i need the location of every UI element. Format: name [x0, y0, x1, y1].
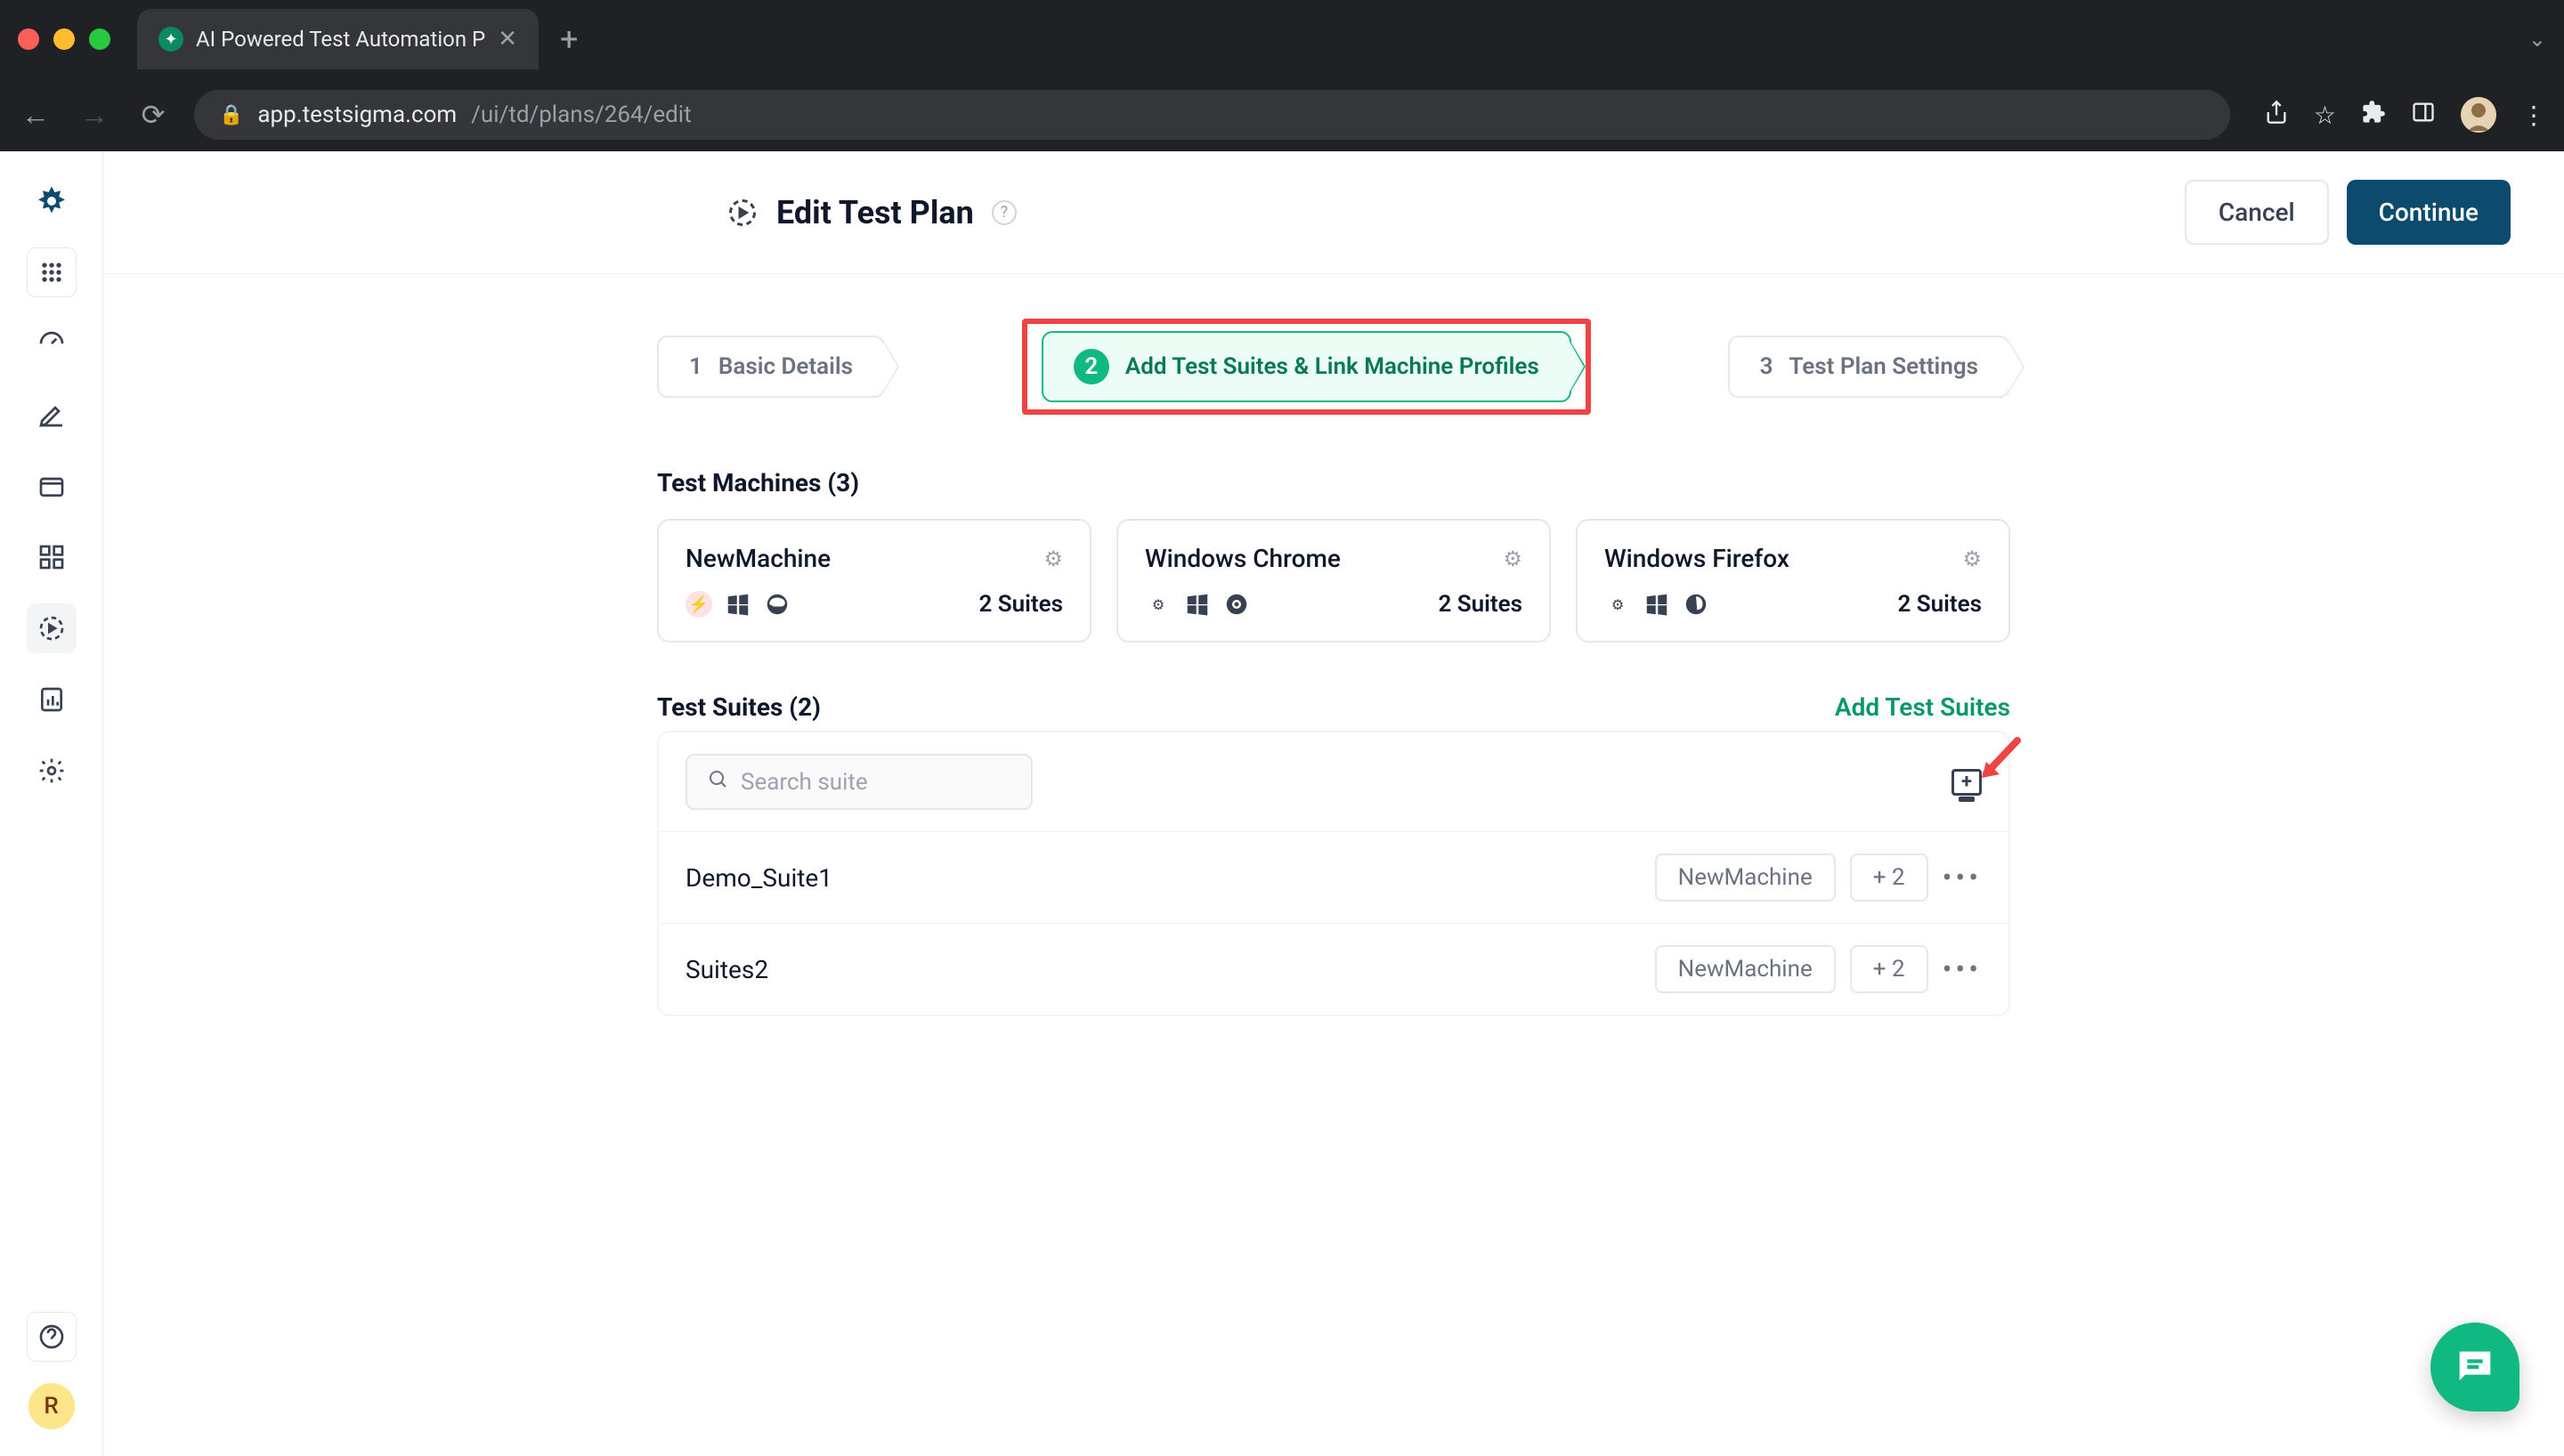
sidebar-help-icon[interactable]: [27, 1312, 77, 1362]
test-suites-title: Test Suites (2): [657, 692, 821, 722]
machine-name: Windows Chrome: [1145, 544, 1341, 573]
machine-card[interactable]: Windows Firefox ⚙ ⚙ 2 Suites: [1576, 519, 2010, 643]
testplan-header-icon: [726, 197, 759, 229]
continue-button[interactable]: Continue: [2347, 180, 2511, 245]
chrome-icon: [1223, 591, 1250, 618]
more-options-icon[interactable]: •••: [1943, 952, 1982, 986]
windows-icon: [1184, 591, 1211, 618]
tabs-dropdown-icon[interactable]: ⌄: [2528, 27, 2546, 52]
address-bar[interactable]: 🔒 app.testsigma.com/ui/td/plans/264/edit: [194, 90, 2230, 140]
step-add-test-suites[interactable]: 2 Add Test Suites & Link Machine Profile…: [1042, 331, 1571, 402]
forward-button[interactable]: →: [77, 98, 112, 132]
test-suites-panel: + Demo_Suite1 NewMachine + 2 •••: [657, 731, 2010, 1016]
sidebar-testplan-icon[interactable]: [27, 603, 77, 653]
gear-icon[interactable]: ⚙: [1962, 546, 1982, 571]
windows-icon: [1643, 591, 1670, 618]
firefox-icon: [1683, 591, 1709, 618]
sidebar-edit-icon[interactable]: [27, 390, 77, 440]
testsigma-lab-icon: ⚡: [686, 591, 712, 618]
url-domain: app.testsigma.com: [257, 101, 457, 128]
sidebar-settings-icon[interactable]: [27, 746, 77, 796]
step-test-plan-settings[interactable]: 3 Test Plan Settings: [1728, 336, 2010, 398]
bookmark-icon[interactable]: ☆: [2314, 101, 2336, 130]
step-label: Test Plan Settings: [1789, 353, 1979, 380]
machine-card[interactable]: NewMachine ⚙ ⚡ 2 Suites: [657, 519, 1091, 643]
suite-name: Demo_Suite1: [686, 863, 832, 893]
step-number: 2: [1074, 349, 1109, 384]
app-sidebar: R: [0, 151, 103, 1456]
suite-row: Demo_Suite1 NewMachine + 2 •••: [659, 831, 2008, 923]
suite-count: 2 Suites: [1438, 591, 1522, 618]
gear-icon: ⚙: [1145, 591, 1172, 618]
url-path: /ui/td/plans/264/edit: [471, 101, 691, 128]
browser-actions: ☆ ⋮: [2264, 97, 2546, 133]
cancel-button[interactable]: Cancel: [2185, 180, 2329, 245]
reload-button[interactable]: ⟳: [135, 98, 171, 132]
add-test-suites-link[interactable]: Add Test Suites: [1835, 692, 2010, 722]
browser-tab-bar: ✦ AI Powered Test Automation P ✕ + ⌄: [0, 0, 2564, 78]
browser-menu-icon[interactable]: ⋮: [2521, 101, 2546, 130]
tab-favicon-icon: ✦: [158, 27, 183, 52]
gear-icon: ⚙: [1604, 591, 1631, 618]
step-label: Add Test Suites & Link Machine Profiles: [1125, 353, 1539, 380]
step-number: 1: [689, 353, 702, 380]
machine-tag[interactable]: NewMachine: [1655, 853, 1836, 902]
gear-icon[interactable]: ⚙: [1043, 546, 1063, 571]
app-logo-icon[interactable]: [27, 176, 77, 226]
close-window-icon[interactable]: [18, 28, 39, 50]
suite-count: 2 Suites: [978, 591, 1063, 618]
machine-tag[interactable]: NewMachine: [1655, 945, 1836, 993]
machine-card[interactable]: Windows Chrome ⚙ ⚙ 2 Suites: [1116, 519, 1551, 643]
gear-icon[interactable]: ⚙: [1503, 546, 1522, 571]
highlight-annotation: 2 Add Test Suites & Link Machine Profile…: [1022, 319, 1591, 415]
add-to-machine-icon[interactable]: +: [1951, 769, 1982, 796]
step-label: Basic Details: [718, 353, 853, 380]
help-icon[interactable]: ?: [992, 200, 1017, 225]
search-icon: [707, 768, 728, 796]
sidebar-reports-icon[interactable]: [27, 675, 77, 724]
search-suite-input[interactable]: [741, 769, 1038, 796]
wizard-steps: 1 Basic Details 2 Add Test Suites & Link…: [657, 319, 2010, 415]
windows-icon: [725, 591, 751, 618]
extensions-icon[interactable]: [2361, 100, 2386, 131]
machine-name: Windows Firefox: [1604, 544, 1789, 573]
maximize-window-icon[interactable]: [89, 28, 110, 50]
sidebar-folder-icon[interactable]: [27, 461, 77, 511]
browser-profile-avatar[interactable]: [2461, 97, 2496, 133]
extra-count-tag[interactable]: + 2: [1850, 853, 1928, 902]
extra-count-tag[interactable]: + 2: [1850, 945, 1928, 993]
sidebar-dashboard-icon[interactable]: [27, 319, 77, 368]
step-basic-details[interactable]: 1 Basic Details: [657, 336, 885, 398]
search-suite-box[interactable]: [686, 754, 1033, 810]
machine-name: NewMachine: [686, 544, 831, 573]
lock-icon: 🔒: [219, 104, 243, 126]
back-button[interactable]: ←: [18, 98, 53, 132]
edge-icon: [764, 591, 791, 618]
chat-fab-button[interactable]: [2430, 1323, 2519, 1412]
suite-count: 2 Suites: [1897, 591, 1982, 618]
sidebar-apps-icon[interactable]: [27, 247, 77, 297]
test-machines-title: Test Machines (3): [657, 468, 2010, 497]
sidebar-grid-icon[interactable]: [27, 532, 77, 582]
sidebar-user-avatar[interactable]: R: [28, 1383, 75, 1429]
tab-close-icon[interactable]: ✕: [498, 26, 517, 53]
page-title: Edit Test Plan: [776, 194, 974, 231]
page-header: Edit Test Plan ? Cancel Continue: [103, 151, 2564, 274]
suite-name: Suites2: [686, 955, 768, 984]
step-number: 3: [1760, 353, 1773, 380]
share-icon[interactable]: [2264, 100, 2289, 131]
browser-toolbar: ← → ⟳ 🔒 app.testsigma.com/ui/td/plans/26…: [0, 78, 2564, 151]
tab-title: AI Powered Test Automation P: [196, 27, 485, 52]
suite-row: Suites2 NewMachine + 2 •••: [659, 923, 2008, 1015]
panel-icon[interactable]: [2411, 100, 2436, 131]
more-options-icon[interactable]: •••: [1943, 861, 1982, 894]
machine-cards: NewMachine ⚙ ⚡ 2 Suites Windows: [657, 519, 2010, 643]
window-controls: [18, 28, 110, 50]
new-tab-button[interactable]: +: [560, 20, 578, 58]
browser-tab[interactable]: ✦ AI Powered Test Automation P ✕: [137, 9, 539, 69]
minimize-window-icon[interactable]: [53, 28, 75, 50]
